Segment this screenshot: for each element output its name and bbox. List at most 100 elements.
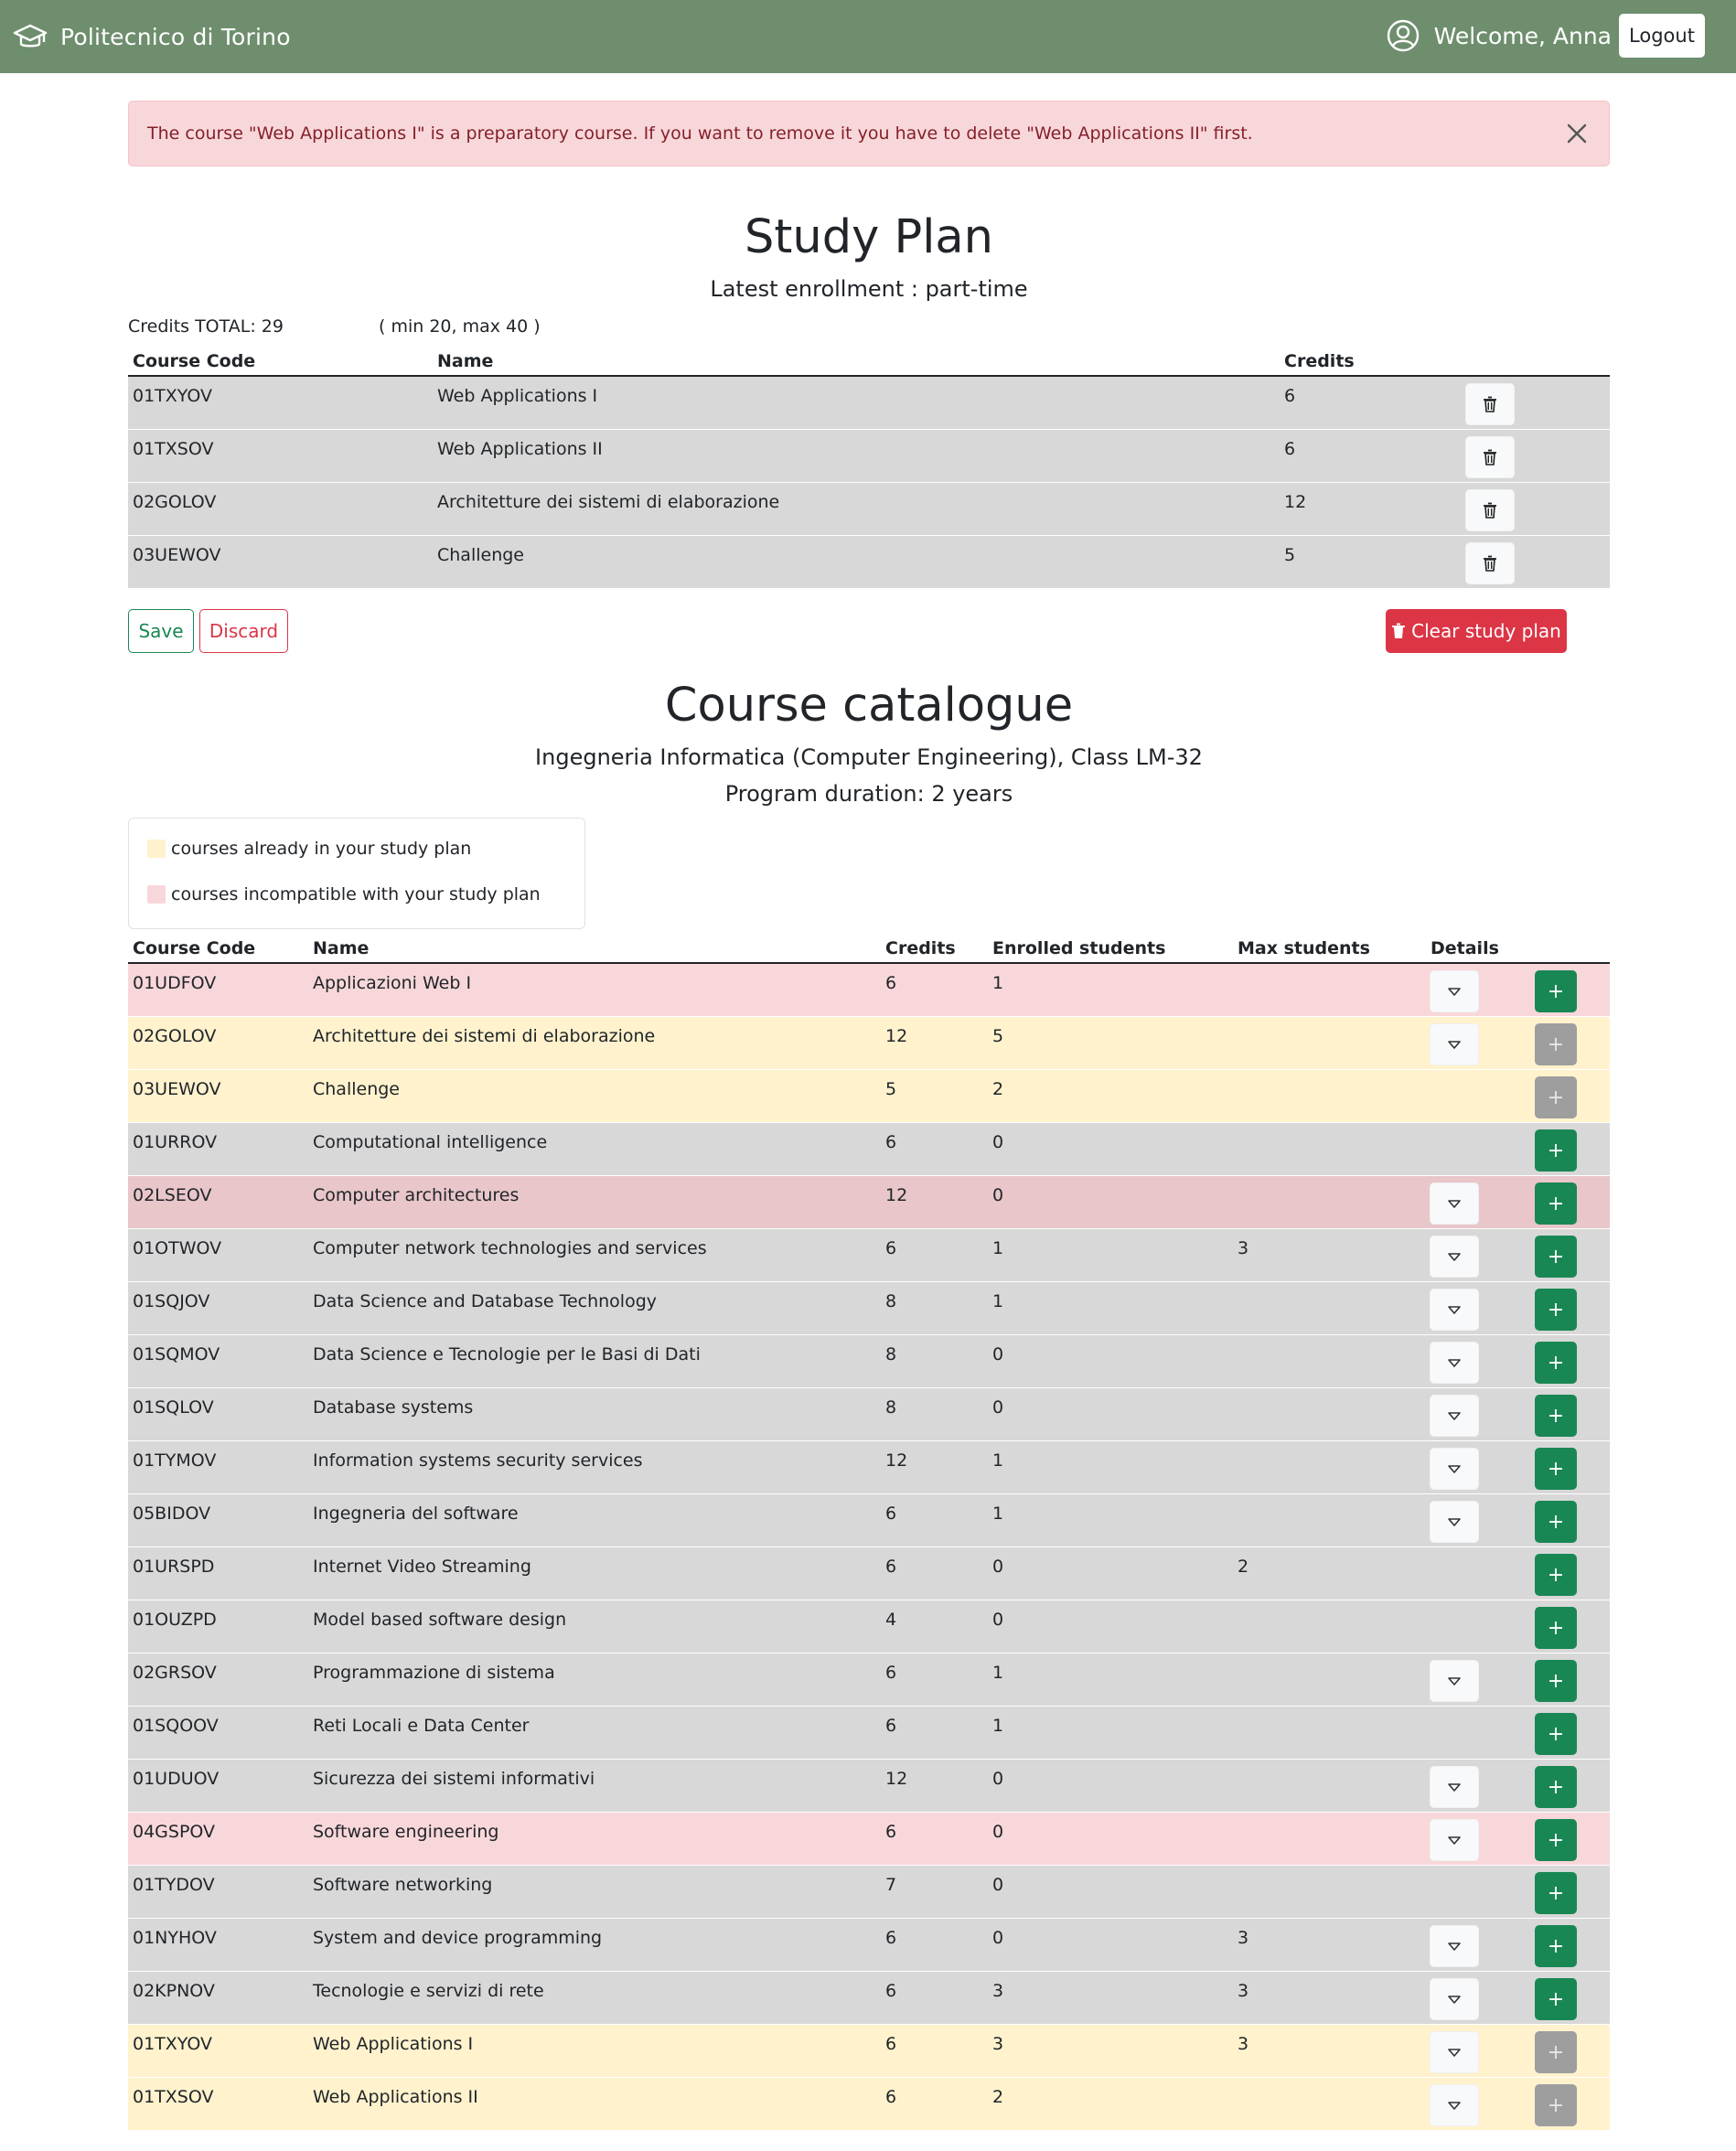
add-course-button[interactable]: +	[1535, 1183, 1577, 1225]
legend-swatch-in-plan	[147, 840, 166, 858]
col-max-students: Max students	[1238, 938, 1370, 958]
course-credits: 6	[885, 1238, 897, 1258]
chevron-down-icon	[1448, 1783, 1461, 1792]
add-course-button[interactable]: +	[1535, 1660, 1577, 1702]
enrolled-students: 1	[992, 973, 1004, 993]
enrolled-students: 0	[992, 1185, 1004, 1205]
user-circle-icon	[1387, 19, 1419, 52]
max-students: 3	[1238, 1981, 1249, 2001]
details-toggle-button[interactable]	[1430, 1819, 1479, 1861]
chevron-down-icon	[1448, 2049, 1461, 2057]
enrolled-students: 2	[992, 1079, 1004, 1099]
add-course-button[interactable]: +	[1535, 1501, 1577, 1543]
navbar: Politecnico di Torino Welcome, Anna Logo…	[0, 0, 1736, 73]
credits-total: Credits TOTAL: 29	[128, 316, 284, 337]
details-toggle-button[interactable]	[1430, 1448, 1479, 1490]
details-toggle-button[interactable]	[1430, 1236, 1479, 1278]
details-toggle-button[interactable]	[1430, 1925, 1479, 1967]
add-course-button[interactable]: +	[1535, 1925, 1577, 1967]
details-toggle-button[interactable]	[1430, 1395, 1479, 1437]
details-toggle-button[interactable]	[1430, 1978, 1479, 2020]
chevron-down-icon	[1448, 1518, 1461, 1526]
course-credits: 6	[1284, 439, 1296, 459]
add-course-button[interactable]: +	[1535, 1289, 1577, 1331]
course-name: Challenge	[313, 1079, 400, 1099]
course-name: Computer network technologies and servic…	[313, 1238, 707, 1258]
add-course-button[interactable]: +	[1535, 1395, 1577, 1437]
details-toggle-button[interactable]	[1430, 1766, 1479, 1808]
course-credits: 6	[885, 1928, 897, 1948]
table-row: 01NYHOV System and device programming 6 0 3 +	[128, 1919, 1610, 1972]
details-toggle-button[interactable]	[1430, 1501, 1479, 1543]
add-course-button[interactable]: +	[1535, 1448, 1577, 1490]
course-credits: 6	[885, 1663, 897, 1683]
course-name: Software engineering	[313, 1822, 499, 1842]
course-credits: 6	[885, 1132, 897, 1152]
max-students: 2	[1238, 1557, 1249, 1577]
user-area: Welcome, Anna Logout	[1387, 13, 1736, 59]
catalogue-header: Course Code Name Credits Enrolled studen…	[128, 933, 1610, 964]
add-course-button[interactable]: +	[1535, 1129, 1577, 1172]
details-toggle-button[interactable]	[1430, 1023, 1479, 1065]
brand[interactable]: Politecnico di Torino	[13, 20, 291, 53]
study-plan-title: Study Plan	[745, 210, 993, 264]
course-code: 03UEWOV	[133, 1079, 221, 1099]
course-name: Architetture dei sistemi di elaborazione	[313, 1026, 656, 1046]
table-row: 01UDUOV Sicurezza dei sistemi informativi…	[128, 1760, 1610, 1813]
enrolled-students: 0	[992, 1769, 1004, 1789]
add-course-button[interactable]: +	[1535, 1713, 1577, 1755]
table-row: 01OTWOV Computer network technologies and…	[128, 1229, 1610, 1282]
close-icon[interactable]	[1563, 120, 1591, 147]
catalogue-table: Course Code Name Credits Enrolled studen…	[128, 933, 1610, 2131]
details-toggle-button[interactable]	[1430, 2031, 1479, 2073]
course-code: 04GSPOV	[133, 1822, 216, 1842]
course-code: 05BIDOV	[133, 1504, 211, 1524]
remove-course-button[interactable]	[1465, 489, 1515, 531]
remove-course-button[interactable]	[1465, 383, 1515, 425]
add-course-button[interactable]: +	[1535, 1872, 1577, 1914]
course-name: Computational intelligence	[313, 1132, 548, 1152]
course-credits: 12	[885, 1026, 908, 1046]
catalogue-subtitle: Ingegneria Informatica (Computer Enginee…	[535, 744, 1203, 770]
welcome-text: Welcome, Anna	[1433, 22, 1612, 49]
course-credits: 6	[885, 2034, 897, 2054]
details-toggle-button[interactable]	[1430, 1289, 1479, 1331]
catalogue-body: 01UDFOV Applicazioni Web I 6 1 +02GOLOV Archi…	[128, 964, 1610, 2131]
table-row: 01TXSOV Web Applications II 6 2 +	[128, 2078, 1610, 2131]
course-code: 01SQOOV	[133, 1716, 219, 1736]
chevron-down-icon	[1448, 1996, 1461, 2004]
enrolled-students: 0	[992, 1557, 1004, 1577]
add-course-button[interactable]: +	[1535, 1819, 1577, 1861]
logout-button[interactable]: Logout	[1619, 14, 1705, 58]
add-course-button[interactable]: +	[1535, 970, 1577, 1012]
course-credits: 12	[1284, 492, 1307, 512]
table-row: 03UEWOV Challenge 5 2 +	[128, 1070, 1610, 1123]
remove-course-button[interactable]	[1465, 436, 1515, 478]
add-course-button[interactable]: +	[1535, 1978, 1577, 2020]
course-code: 02KPNOV	[133, 1981, 215, 2001]
table-row: 02GRSOV Programmazione di sistema 6 1 +	[128, 1653, 1610, 1707]
add-course-button[interactable]: +	[1535, 1766, 1577, 1808]
trash-icon	[1484, 396, 1496, 412]
enrolled-students: 1	[992, 1716, 1004, 1736]
table-row: 01TYMOV Information systems security serv…	[128, 1441, 1610, 1494]
remove-course-button[interactable]	[1465, 542, 1515, 584]
discard-button[interactable]: Discard	[199, 609, 288, 653]
details-toggle-button[interactable]	[1430, 1660, 1479, 1702]
save-button[interactable]: Save	[128, 609, 194, 653]
details-toggle-button[interactable]	[1430, 970, 1479, 1012]
add-course-button[interactable]: +	[1535, 1236, 1577, 1278]
course-name: Internet Video Streaming	[313, 1557, 531, 1577]
enrolled-students: 0	[992, 1928, 1004, 1948]
add-course-button[interactable]: +	[1535, 1342, 1577, 1384]
add-course-button[interactable]: +	[1535, 1607, 1577, 1649]
details-toggle-button[interactable]	[1430, 1183, 1479, 1225]
course-name: Programmazione di sistema	[313, 1663, 555, 1683]
details-toggle-button[interactable]	[1430, 1342, 1479, 1384]
chevron-down-icon	[1448, 1465, 1461, 1473]
details-toggle-button[interactable]	[1430, 2084, 1479, 2126]
table-row: 03UEWOV Challenge 5	[128, 536, 1610, 589]
clear-study-plan-button[interactable]: Clear study plan	[1386, 609, 1567, 653]
add-course-button[interactable]: +	[1535, 1554, 1577, 1596]
course-name: Information systems security services	[313, 1450, 643, 1471]
